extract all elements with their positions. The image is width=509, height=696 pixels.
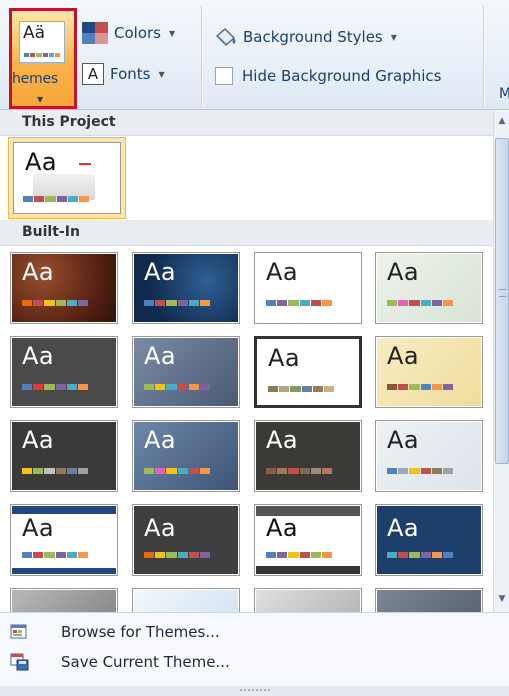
background-styles-label: Background Styles <box>243 28 383 46</box>
themes-dropdown-arrow-icon: ▼ <box>37 95 44 104</box>
theme-thumb[interactable]: Aa <box>254 252 362 324</box>
theme-thumb-text: Aa <box>387 258 420 286</box>
resize-grip[interactable] <box>0 686 509 696</box>
theme-thumb[interactable]: Aa <box>254 504 362 576</box>
gallery-footer-menu: Browse for Themes... Save Current Theme.… <box>0 612 509 696</box>
theme-thumb-text: Aa <box>22 258 55 286</box>
browse-for-themes-item[interactable]: Browse for Themes... <box>0 617 509 647</box>
theme-thumb-text: Aa <box>22 342 55 370</box>
chevron-down-icon: ▼ <box>158 69 165 79</box>
hide-background-graphics-label: Hide Background Graphics <box>242 67 442 85</box>
fonts-icon: A <box>82 63 104 85</box>
design-ribbon: Aä hemes ▼ Colors ▼ A Fonts ▼ Background… <box>0 0 509 110</box>
theme-thumb-text: Aa <box>144 342 177 370</box>
theme-thumb[interactable] <box>132 588 240 612</box>
scroll-up-icon[interactable]: ▲ <box>494 112 509 130</box>
theme-thumb[interactable]: Aa <box>254 336 362 408</box>
ribbon-divider <box>483 6 484 106</box>
theme-thumb[interactable]: Aa <box>132 336 240 408</box>
colors-button[interactable]: Colors ▼ <box>82 22 175 44</box>
theme-thumb-text: Aa <box>266 426 299 454</box>
gallery-scrollbar[interactable]: ▲ ▼ <box>493 110 509 612</box>
fonts-button[interactable]: A Fonts ▼ <box>82 63 165 85</box>
theme-thumb-text: Aa <box>387 514 420 542</box>
browse-for-themes-label: Browse for Themes... <box>61 623 220 641</box>
theme-thumb-text: Aa <box>266 514 299 542</box>
theme-thumb[interactable]: Aa <box>10 252 118 324</box>
theme-thumb[interactable]: Aa <box>254 420 362 492</box>
save-current-theme-label: Save Current Theme... <box>61 653 230 671</box>
background-styles-button[interactable]: Background Styles ▼ <box>213 26 397 48</box>
theme-thumb[interactable]: Aa <box>10 336 118 408</box>
themes-button-label: hemes <box>12 71 59 87</box>
theme-thumb-text: Aa <box>144 258 177 286</box>
colors-label: Colors <box>114 24 161 42</box>
theme-thumb-text: Aa <box>22 514 55 542</box>
paint-bucket-icon <box>215 28 236 46</box>
theme-thumb-text: Aa <box>266 258 299 286</box>
themes-preview-text: Aä <box>23 23 46 43</box>
chevron-down-icon: ▼ <box>390 32 397 42</box>
theme-thumb[interactable]: Aa <box>375 336 483 408</box>
cutoff-group-label: M <box>499 86 509 102</box>
ribbon-divider <box>201 6 202 106</box>
hide-background-graphics-checkbox[interactable]: Hide Background Graphics <box>215 67 441 85</box>
theme-thumb[interactable] <box>254 588 362 612</box>
theme-thumb[interactable]: Aa <box>375 420 483 492</box>
theme-thumb[interactable] <box>10 588 118 612</box>
colors-icon <box>82 22 108 44</box>
theme-thumb[interactable]: Aa <box>132 252 240 324</box>
fonts-label: Fonts <box>110 65 151 83</box>
save-theme-icon <box>10 653 29 671</box>
theme-thumb[interactable]: Aa <box>10 420 118 492</box>
theme-thumb-text: Aa <box>144 426 177 454</box>
theme-thumb[interactable]: Aa <box>10 504 118 576</box>
theme-thumb[interactable]: Aa <box>132 504 240 576</box>
theme-thumb-text: Aa <box>22 426 55 454</box>
scrollbar-thumb[interactable] <box>495 138 509 464</box>
section-header-built-in: Built-In <box>0 220 493 246</box>
chevron-down-icon: ▼ <box>168 28 176 38</box>
scroll-down-icon[interactable]: ▼ <box>494 590 509 608</box>
theme-thumb-text: Aa <box>25 148 58 176</box>
theme-thumb-current[interactable]: Aa <box>13 142 121 214</box>
theme-thumb[interactable]: Aa <box>132 420 240 492</box>
grip-icon <box>499 289 506 297</box>
themes-gallery: This Project Aa Built-In Aa Aa Aa Aa Aa … <box>0 110 493 612</box>
checkbox-icon[interactable] <box>215 67 233 85</box>
theme-thumb-text: Aa <box>144 514 177 542</box>
section-header-this-project: This Project <box>0 110 493 136</box>
theme-thumb[interactable]: Aa <box>375 504 483 576</box>
theme-thumb-text: Aa <box>387 342 420 370</box>
themes-preview-icon: Aä <box>19 21 65 63</box>
theme-thumb[interactable]: Aa <box>375 252 483 324</box>
save-current-theme-item[interactable]: Save Current Theme... <box>0 647 509 677</box>
theme-thumb[interactable] <box>375 588 483 612</box>
theme-thumb-text: Aa <box>387 426 420 454</box>
theme-thumb-text: Aa <box>268 344 301 372</box>
themes-button[interactable]: Aä hemes ▼ <box>9 8 77 109</box>
browse-themes-icon <box>10 624 27 639</box>
